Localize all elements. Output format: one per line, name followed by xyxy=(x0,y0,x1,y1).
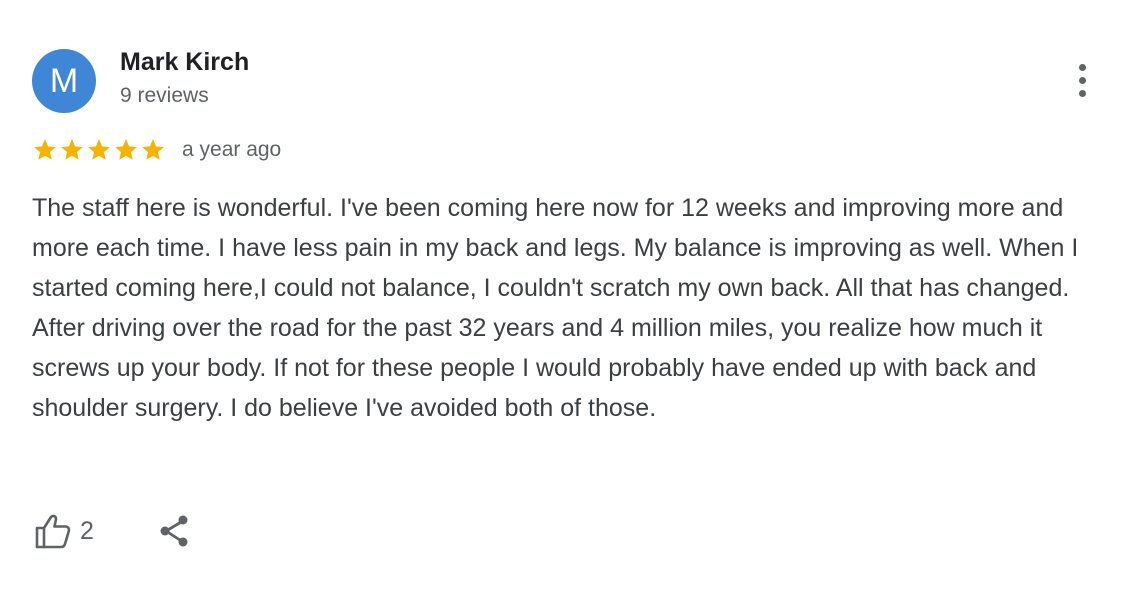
review-actions: 2 xyxy=(32,510,194,552)
review-card: M Mark Kirch 9 reviews a year ago The st… xyxy=(0,0,1138,596)
more-options-button[interactable] xyxy=(1066,60,1098,100)
star-icon xyxy=(88,139,110,160)
star-icon xyxy=(142,139,164,160)
share-icon xyxy=(160,515,188,547)
star-icon xyxy=(61,139,83,160)
more-vert-icon-dot xyxy=(1078,76,1086,84)
more-vert-icon-dot xyxy=(1078,89,1086,97)
like-count: 2 xyxy=(80,516,94,545)
author-review-count: 9 reviews xyxy=(120,84,209,107)
star-icon xyxy=(34,139,56,160)
share-button[interactable] xyxy=(154,511,194,551)
avatar[interactable]: M xyxy=(32,49,96,113)
star-rating xyxy=(32,137,166,163)
more-vert-icon xyxy=(1078,63,1086,71)
thumb-up-outline-icon xyxy=(35,514,71,549)
review-time: a year ago xyxy=(182,138,282,161)
like-button[interactable]: 2 xyxy=(32,511,94,551)
star-icon xyxy=(115,139,137,160)
author-name[interactable]: Mark Kirch xyxy=(120,48,249,77)
rating-row: a year ago xyxy=(32,134,281,166)
review-text: The staff here is wonderful. I've been c… xyxy=(32,194,1079,422)
